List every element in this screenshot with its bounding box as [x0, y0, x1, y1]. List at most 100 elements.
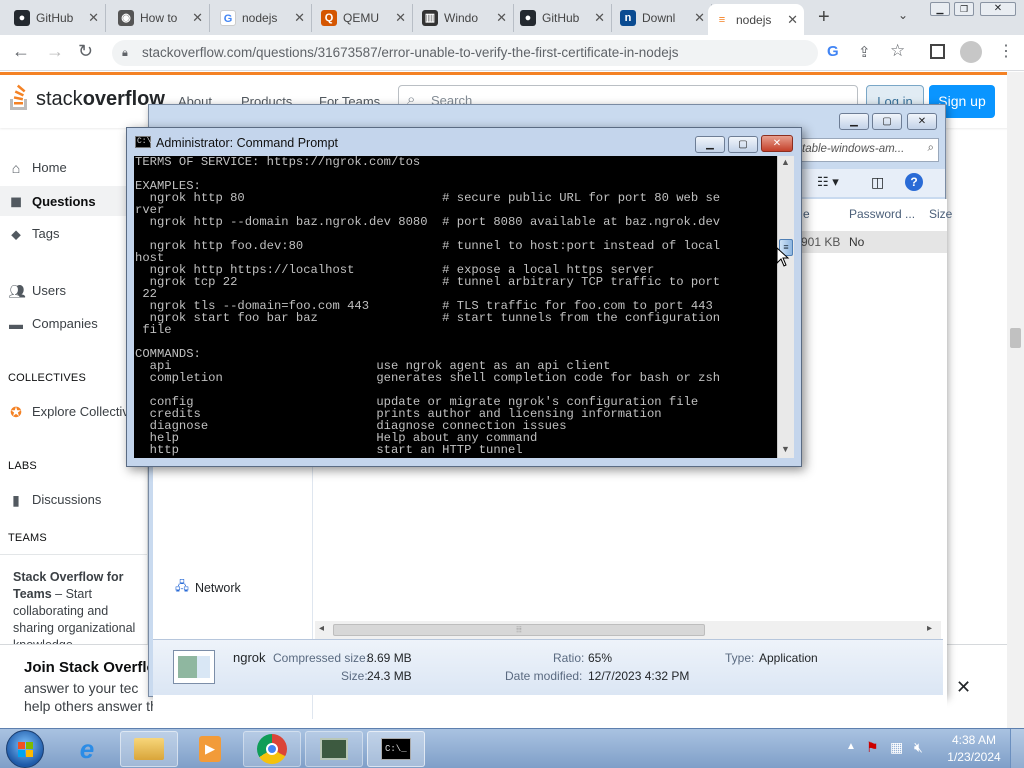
clock-date[interactable]: 1/23/2024 — [946, 750, 1002, 764]
profile-avatar[interactable] — [960, 41, 982, 63]
details-value: 24.3 MB — [367, 669, 412, 683]
browser-tab[interactable]: ◉ How to ✕ — [112, 4, 210, 32]
browser-tab[interactable]: ▥ Windo ✕ — [416, 4, 514, 32]
page-scrollbar-thumb[interactable] — [1010, 328, 1021, 348]
clock-time[interactable]: 4:38 AM — [950, 733, 998, 747]
share-icon[interactable]: ⇪ — [858, 43, 871, 61]
details-label: Type: — [725, 651, 755, 665]
mouse-cursor-icon — [776, 246, 790, 267]
browser-tab-strip: ● GitHub ✕ ◉ How to ✕ Gnodejs ✕ Q QEMU ✕ ▥ Windo… — [0, 0, 1024, 35]
browser-tab[interactable]: ● GitHub ✕ — [8, 4, 106, 32]
close-tab-icon[interactable]: ✕ — [192, 10, 203, 26]
console-line: ngrok start foo bar baz # start tunnels … — [135, 311, 721, 325]
file-explorer-icon[interactable] — [120, 731, 178, 767]
maximize-button[interactable]: ▢ — [728, 136, 758, 153]
browser-tab[interactable]: n Downl ✕ — [614, 4, 712, 32]
internet-explorer-icon[interactable]: e — [58, 731, 116, 767]
scroll-left-icon[interactable]: ◂ — [319, 623, 324, 634]
browser-tab[interactable]: ● GitHub ✕ — [514, 4, 612, 32]
chrome-icon[interactable] — [243, 731, 301, 767]
tutorial-icon: ◉ — [118, 10, 134, 26]
details-label: Date modified: — [505, 669, 583, 683]
cmd-icon: C:\ — [135, 136, 152, 148]
view-options-icon[interactable]: ☷ ▾ — [817, 174, 839, 190]
console-line: ngrok http --domain baz.ngrok.dev 8080 #… — [135, 215, 721, 229]
volume-muted-icon[interactable]: 🔇︎ — [914, 739, 923, 756]
bookmark-star-icon[interactable]: ☆ — [890, 41, 905, 61]
minimize-button[interactable]: ▁ — [839, 113, 869, 130]
action-center-flag-icon[interactable]: ⚑ — [866, 739, 879, 756]
new-tab-button[interactable]: + — [818, 6, 830, 29]
archive-manager-icon[interactable] — [305, 731, 363, 767]
labs-heading: LABS — [8, 460, 37, 472]
browser-tab[interactable]: Q QEMU ✕ — [315, 4, 413, 32]
close-tab-icon[interactable]: ✕ — [395, 10, 406, 26]
show-desktop-button[interactable] — [1010, 729, 1024, 768]
file-row[interactable]: 901 KB No — [801, 231, 947, 253]
reload-icon[interactable]: ↻ — [78, 41, 93, 62]
scroll-down-icon[interactable]: ▼ — [781, 444, 790, 454]
column-header[interactable]: e — [803, 207, 810, 221]
maximize-button[interactable]: ▢ — [872, 113, 902, 130]
horizontal-scrollbar-thumb[interactable]: ⦙⦙⦙ — [333, 624, 705, 636]
sidebar-item-discussions[interactable]: ▮ Discussions — [8, 492, 146, 507]
browser-toolbar: ← → ↻ 🔒︎ stackoverflow.com/questions/316… — [0, 35, 1024, 71]
teams-promo: Stack Overflow for Teams – Start collabo… — [0, 554, 148, 644]
scroll-right-icon[interactable]: ▸ — [927, 623, 932, 634]
close-tab-icon[interactable]: ✕ — [294, 10, 305, 26]
address-bar[interactable]: 🔒︎ stackoverflow.com/questions/31673587/… — [112, 40, 818, 66]
nav-item-network[interactable]: 🖧︎ Network — [175, 577, 241, 598]
minimize-button[interactable]: ▁ — [695, 136, 725, 153]
page-scrollbar[interactable] — [1007, 72, 1024, 728]
lock-icon: 🔒︎ — [122, 47, 128, 59]
preview-pane-icon[interactable]: ◫ — [871, 174, 884, 191]
details-value: Application — [759, 651, 818, 665]
media-player-icon[interactable]: ▶ — [181, 731, 239, 767]
console-output[interactable]: TERMS OF SERVICE: https://ngrok.com/tos E… — [134, 156, 777, 458]
console-scrollbar[interactable]: ▲ ≡ ▼ — [777, 156, 794, 458]
close-tab-icon[interactable]: ✕ — [496, 10, 507, 26]
help-icon[interactable]: ? — [905, 173, 923, 191]
scroll-up-icon[interactable]: ▲ — [781, 157, 790, 167]
close-icon[interactable]: ✕ — [956, 677, 971, 698]
globe-icon: ◼ — [10, 193, 22, 209]
browser-tab[interactable]: Gnodejs ✕ — [214, 4, 312, 32]
side-panel-icon[interactable] — [930, 44, 945, 59]
close-window-button[interactable]: ✕ — [980, 2, 1016, 16]
console-line: file — [135, 323, 172, 337]
tab-search-chevron-icon[interactable]: ⌄ — [898, 8, 908, 22]
stackoverflow-logo-icon[interactable] — [8, 83, 30, 111]
console-line: completion generates shell completion co… — [135, 371, 721, 385]
close-tab-icon[interactable]: ✕ — [787, 12, 798, 28]
close-tab-icon[interactable]: ✕ — [694, 10, 705, 26]
details-value: 8.69 MB — [367, 651, 412, 665]
console-line: TERMS OF SERVICE: https://ngrok.com/tos — [135, 156, 421, 169]
close-tab-icon[interactable]: ✕ — [88, 10, 99, 26]
close-window-button[interactable]: ✕ — [907, 113, 937, 130]
restore-button[interactable]: ❐ — [954, 2, 974, 16]
console-line: ngrok http 80 # secure public URL for po… — [135, 191, 721, 205]
collectives-star-icon: ✪ — [10, 403, 22, 420]
file-size-cell: 901 KB — [801, 235, 841, 249]
so-logo-text[interactable]: stackoverflow — [36, 88, 165, 111]
close-tab-icon[interactable]: ✕ — [594, 10, 605, 26]
show-hidden-icons[interactable]: ▲ — [846, 741, 856, 752]
column-header-password[interactable]: Password ... — [849, 207, 915, 221]
network-tray-icon[interactable]: ▦ — [890, 739, 903, 756]
console-line: ngrok tcp 22 # tunnel arbitrary TCP traf… — [135, 275, 721, 289]
browser-tab-active[interactable]: ≡ nodejs ✕ — [708, 4, 804, 35]
forward-arrow-icon[interactable]: → — [46, 41, 64, 62]
column-header-size[interactable]: Size — [929, 207, 952, 221]
command-prompt-taskbar-icon[interactable]: C:\_ — [367, 731, 425, 767]
details-label: Ratio: — [553, 651, 585, 665]
back-arrow-icon[interactable]: ← — [12, 41, 30, 62]
menu-kebab-icon[interactable]: ⋮ — [998, 41, 1014, 61]
github-icon: ● — [520, 10, 536, 26]
google-lens-icon[interactable]: G — [827, 43, 839, 60]
explorer-search-input[interactable]: table-windows-am... ⌕ — [795, 138, 939, 162]
minimize-button[interactable]: ▁ — [930, 2, 950, 16]
start-button[interactable] — [6, 730, 44, 768]
horizontal-scrollbar[interactable]: ◂ ⦙⦙⦙ ▸ — [315, 621, 941, 639]
close-window-button[interactable]: ✕ — [761, 135, 793, 152]
